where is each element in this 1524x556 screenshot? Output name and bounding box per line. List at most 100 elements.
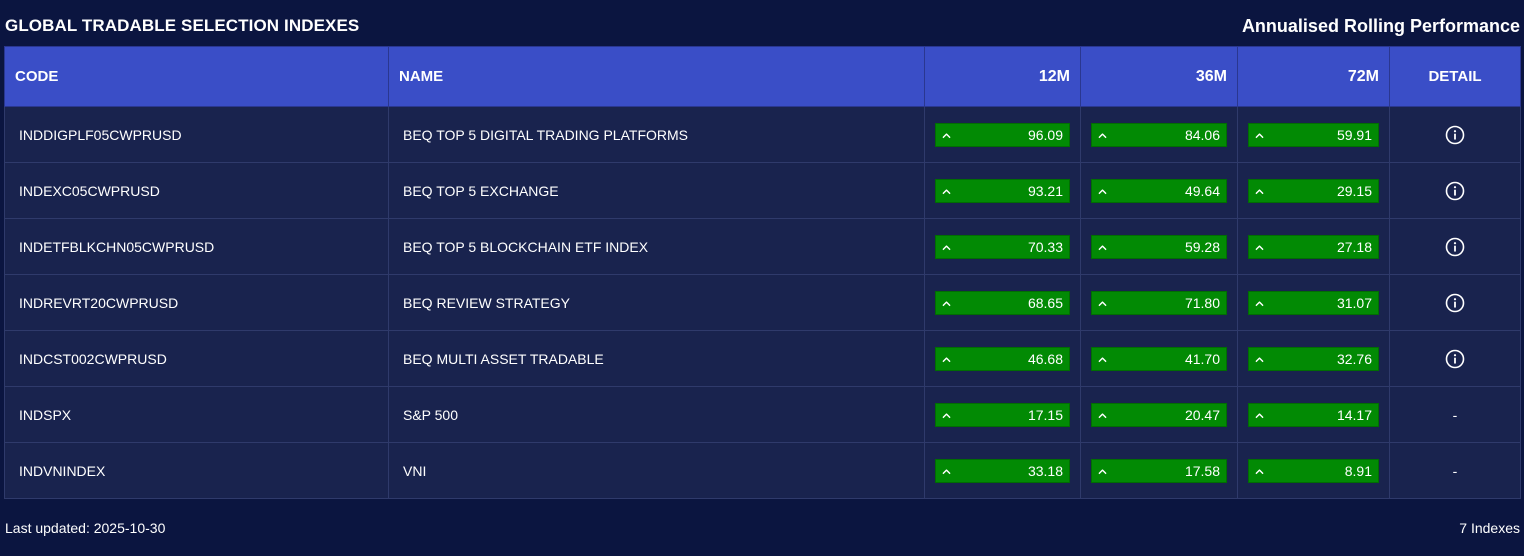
row-name: BEQ MULTI ASSET TRADABLE (388, 330, 925, 387)
performance-value: 68.65 (1027, 294, 1063, 311)
info-icon[interactable] (1445, 237, 1465, 257)
column-header-detail: DETAIL (1389, 46, 1521, 107)
row-perf-m12: 68.65 (924, 274, 1081, 331)
performance-badge: 32.76 (1248, 346, 1379, 371)
row-detail: - (1389, 442, 1521, 499)
performance-badge: 31.07 (1248, 290, 1379, 315)
detail-empty: - (1452, 462, 1458, 479)
performance-value: 27.18 (1336, 238, 1372, 255)
row-detail (1389, 162, 1521, 219)
row-perf-m72: 14.17 (1237, 386, 1390, 443)
row-code: INDSPX (4, 386, 389, 443)
row-perf-m72: 27.18 (1237, 218, 1390, 275)
chevron-up-icon (1098, 183, 1107, 199)
indexes-table: CODE NAME 12M 36M 72M DETAIL INDDIGPLF05… (4, 46, 1521, 499)
performance-value: 29.15 (1336, 182, 1372, 199)
row-perf-m72: 31.07 (1237, 274, 1390, 331)
chevron-up-icon (942, 239, 951, 255)
table-body: INDDIGPLF05CWPRUSD BEQ TOP 5 DIGITAL TRAD… (4, 106, 1521, 499)
page-footer: Last updated: 2025-10-30 7 Indexes (5, 520, 1520, 536)
row-perf-m36: 84.06 (1080, 106, 1238, 163)
chevron-up-icon (942, 463, 951, 479)
detail-empty: - (1452, 406, 1458, 423)
index-count: 7 Indexes (1459, 520, 1520, 536)
chevron-up-icon (1098, 351, 1107, 367)
column-header-72m[interactable]: 72M (1237, 46, 1390, 107)
chevron-up-icon (1255, 295, 1264, 311)
performance-badge: 8.91 (1248, 458, 1379, 483)
performance-value: 71.80 (1184, 294, 1220, 311)
row-perf-m12: 70.33 (924, 218, 1081, 275)
row-name: BEQ TOP 5 DIGITAL TRADING PLATFORMS (388, 106, 925, 163)
table-row: INDVNINDEX VNI 33.18 17.58 8.91 - (4, 442, 1521, 499)
row-perf-m12: 46.68 (924, 330, 1081, 387)
row-perf-m12: 33.18 (924, 442, 1081, 499)
row-perf-m12: 96.09 (924, 106, 1081, 163)
performance-badge: 14.17 (1248, 402, 1379, 427)
performance-badge: 49.64 (1091, 178, 1227, 203)
column-header-name[interactable]: NAME (388, 46, 925, 107)
table-row: INDETFBLKCHN05CWPRUSD BEQ TOP 5 BLOCKCHAI… (4, 218, 1521, 275)
chevron-up-icon (942, 295, 951, 311)
row-code: INDDIGPLF05CWPRUSD (4, 106, 389, 163)
performance-badge: 46.68 (935, 346, 1070, 371)
column-header-12m[interactable]: 12M (924, 46, 1081, 107)
performance-badge: 68.65 (935, 290, 1070, 315)
performance-value: 14.17 (1336, 406, 1372, 423)
performance-badge: 59.28 (1091, 234, 1227, 259)
row-perf-m36: 20.47 (1080, 386, 1238, 443)
chevron-up-icon (1255, 183, 1264, 199)
chevron-up-icon (942, 407, 951, 423)
table-row: INDSPX S&P 500 17.15 20.47 14.17 - (4, 386, 1521, 443)
page-title: GLOBAL TRADABLE SELECTION INDEXES (5, 16, 360, 35)
chevron-up-icon (1098, 295, 1107, 311)
row-name: VNI (388, 442, 925, 499)
chevron-up-icon (1098, 239, 1107, 255)
row-name: BEQ TOP 5 BLOCKCHAIN ETF INDEX (388, 218, 925, 275)
row-code: INDCST002CWPRUSD (4, 330, 389, 387)
row-perf-m36: 41.70 (1080, 330, 1238, 387)
performance-value: 96.09 (1027, 126, 1063, 143)
chevron-up-icon (942, 127, 951, 143)
performance-badge: 41.70 (1091, 346, 1227, 371)
column-header-36m[interactable]: 36M (1080, 46, 1238, 107)
chevron-up-icon (1255, 463, 1264, 479)
performance-value: 49.64 (1184, 182, 1220, 199)
chevron-up-icon (942, 183, 951, 199)
row-code: INDETFBLKCHN05CWPRUSD (4, 218, 389, 275)
performance-badge: 59.91 (1248, 122, 1379, 147)
info-icon[interactable] (1445, 293, 1465, 313)
info-icon[interactable] (1445, 349, 1465, 369)
row-perf-m36: 17.58 (1080, 442, 1238, 499)
performance-badge: 17.15 (935, 402, 1070, 427)
chevron-up-icon (1255, 407, 1264, 423)
row-perf-m36: 71.80 (1080, 274, 1238, 331)
performance-badge: 17.58 (1091, 458, 1227, 483)
performance-badge: 93.21 (935, 178, 1070, 203)
info-icon[interactable] (1445, 181, 1465, 201)
page-header: GLOBAL TRADABLE SELECTION INDEXES Annual… (5, 14, 1520, 38)
info-icon[interactable] (1445, 125, 1465, 145)
row-detail (1389, 330, 1521, 387)
chevron-up-icon (1255, 351, 1264, 367)
row-name: BEQ REVIEW STRATEGY (388, 274, 925, 331)
row-perf-m12: 17.15 (924, 386, 1081, 443)
row-perf-m72: 8.91 (1237, 442, 1390, 499)
row-detail: - (1389, 386, 1521, 443)
chevron-up-icon (1098, 127, 1107, 143)
row-perf-m72: 29.15 (1237, 162, 1390, 219)
performance-value: 20.47 (1184, 406, 1220, 423)
table-row: INDDIGPLF05CWPRUSD BEQ TOP 5 DIGITAL TRAD… (4, 106, 1521, 163)
table-header-row: CODE NAME 12M 36M 72M DETAIL (4, 46, 1521, 107)
performance-badge: 84.06 (1091, 122, 1227, 147)
performance-value: 93.21 (1027, 182, 1063, 199)
performance-value: 84.06 (1184, 126, 1220, 143)
performance-value: 41.70 (1184, 350, 1220, 367)
row-name: S&P 500 (388, 386, 925, 443)
performance-value: 17.15 (1027, 406, 1063, 423)
column-header-code[interactable]: CODE (4, 46, 389, 107)
performance-value: 46.68 (1027, 350, 1063, 367)
row-detail (1389, 106, 1521, 163)
row-code: INDVNINDEX (4, 442, 389, 499)
performance-badge: 96.09 (935, 122, 1070, 147)
